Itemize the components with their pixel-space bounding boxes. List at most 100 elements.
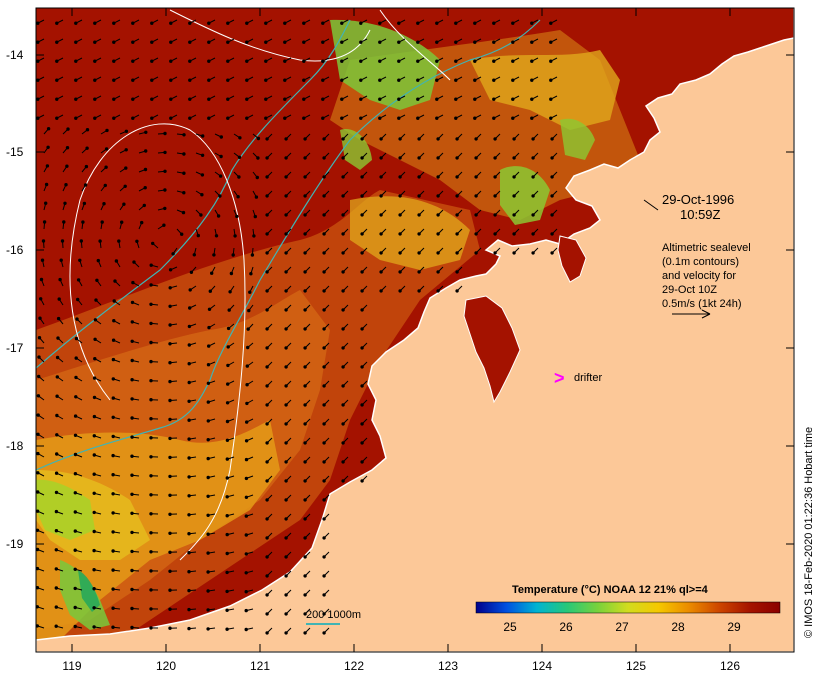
- velocity-arrow-head: [100, 220, 104, 224]
- velocity-arrow-head: [436, 289, 440, 293]
- velocity-arrow-head: [511, 78, 515, 82]
- velocity-arrow-head: [150, 78, 154, 82]
- velocity-arrow-head: [265, 232, 269, 236]
- velocity-arrow-head: [341, 308, 345, 312]
- velocity-arrow-head: [474, 156, 478, 160]
- velocity-arrow-head: [62, 220, 66, 224]
- velocity-arrow-head: [359, 21, 363, 25]
- velocity-arrow-head: [378, 78, 382, 82]
- velocity-arrow-head: [130, 530, 134, 535]
- velocity-arrow-head: [130, 378, 134, 382]
- velocity-arrow-head: [435, 97, 439, 101]
- drifter-icon: >: [554, 368, 565, 388]
- velocity-arrow-head: [378, 97, 382, 101]
- velocity-arrow-head: [40, 258, 45, 262]
- velocity-arrow-head: [341, 137, 345, 141]
- velocity-arrow-head: [265, 593, 269, 597]
- velocity-arrow-head: [201, 134, 205, 138]
- velocity-arrow-head: [225, 608, 229, 612]
- velocity-arrow-head: [398, 137, 402, 141]
- velocity-arrow-head: [398, 289, 402, 293]
- lon-tick-label: 119: [62, 659, 81, 673]
- velocity-arrow-head: [416, 78, 420, 82]
- velocity-arrow-head: [436, 156, 440, 160]
- velocity-arrow-head: [168, 626, 172, 630]
- velocity-arrow-head: [340, 78, 344, 82]
- velocity-arrow-head: [117, 239, 121, 243]
- velocity-arrow-head: [245, 59, 249, 63]
- sst-map: -14 -15 -16 -17 -18 -19 119 120 121 122 …: [6, 7, 815, 673]
- velocity-arrow-head: [265, 384, 269, 388]
- velocity-arrow-head: [130, 549, 134, 554]
- velocity-arrow-head: [149, 626, 153, 630]
- velocity-arrow-head: [73, 510, 78, 514]
- velocity-arrow-head: [188, 21, 192, 25]
- velocity-arrow-head: [284, 346, 288, 350]
- velocity-arrow-head: [131, 78, 135, 82]
- velocity-arrow-head: [92, 376, 97, 380]
- velocity-arrow-head: [245, 383, 249, 387]
- velocity-arrow-head: [123, 184, 127, 189]
- velocity-arrow-head: [322, 194, 326, 198]
- velocity-arrow-head: [303, 156, 307, 160]
- velocity-arrow-head: [549, 116, 553, 120]
- velocity-arrow-head: [341, 441, 345, 445]
- velocity-arrow-head: [265, 251, 269, 255]
- velocity-arrow-head: [264, 40, 268, 44]
- velocity-arrow-head: [322, 175, 326, 179]
- velocity-arrow-head: [225, 419, 230, 424]
- velocity-arrow-head: [436, 270, 440, 274]
- velocity-arrow-head: [112, 319, 116, 323]
- velocity-arrow-head: [46, 127, 51, 131]
- velocity-arrow-head: [397, 97, 401, 101]
- velocity-arrow-head: [303, 232, 307, 236]
- velocity-arrow-head: [169, 116, 173, 120]
- velocity-arrow-head: [207, 78, 211, 82]
- velocity-arrow-head: [149, 283, 153, 287]
- velocity-arrow-head: [74, 336, 79, 341]
- velocity-arrow-head: [303, 536, 307, 540]
- velocity-arrow-head: [340, 21, 344, 25]
- velocity-arrow-head: [264, 21, 268, 25]
- velocity-arrow-head: [341, 270, 345, 274]
- velocity-arrow-head: [74, 116, 78, 120]
- velocity-arrow-head: [473, 97, 477, 101]
- velocity-arrow-head: [207, 21, 211, 25]
- velocity-arrow-head: [36, 78, 40, 82]
- velocity-arrow-head: [549, 59, 553, 63]
- velocity-arrow-head: [340, 40, 344, 44]
- velocity-arrow-head: [225, 570, 229, 575]
- velocity-arrow-head: [182, 133, 186, 137]
- velocity-arrow-head: [81, 220, 85, 224]
- velocity-arrow-head: [284, 631, 288, 635]
- velocity-arrow-head: [57, 297, 61, 301]
- velocity-arrow-head: [112, 40, 116, 44]
- velocity-arrow-head: [92, 568, 96, 572]
- velocity-arrow-head: [303, 460, 307, 464]
- velocity-arrow-head: [284, 422, 288, 426]
- velocity-arrow-head: [93, 337, 97, 341]
- velocity-arrow-head: [284, 137, 288, 141]
- velocity-arrow-head: [208, 289, 213, 293]
- altimetry-line: 29-Oct 10Z: [662, 284, 717, 296]
- velocity-arrow-head: [73, 472, 78, 476]
- velocity-arrow-head: [379, 175, 383, 179]
- velocity-arrow-head: [168, 323, 172, 327]
- velocity-arrow-head: [455, 289, 459, 293]
- velocity-arrow-head: [493, 232, 497, 236]
- velocity-arrow-head: [249, 272, 253, 276]
- velocity-arrow-head: [36, 490, 40, 494]
- velocity-arrow-head: [265, 631, 269, 635]
- altimetry-line: 0.5m/s (1kt 24h): [662, 298, 741, 310]
- velocity-arrow-head: [549, 40, 553, 44]
- velocity-arrow-head: [192, 253, 197, 257]
- velocity-arrow-head: [168, 474, 172, 479]
- velocity-arrow-head: [360, 460, 364, 464]
- velocity-arrow-head: [360, 441, 364, 445]
- velocity-arrow-head: [130, 473, 134, 477]
- lon-tick-label: 124: [532, 659, 552, 673]
- velocity-arrow-head: [74, 97, 78, 101]
- velocity-arrow-head: [111, 606, 115, 610]
- lat-tick-label: -14: [6, 48, 24, 62]
- velocity-arrow-head: [265, 403, 269, 407]
